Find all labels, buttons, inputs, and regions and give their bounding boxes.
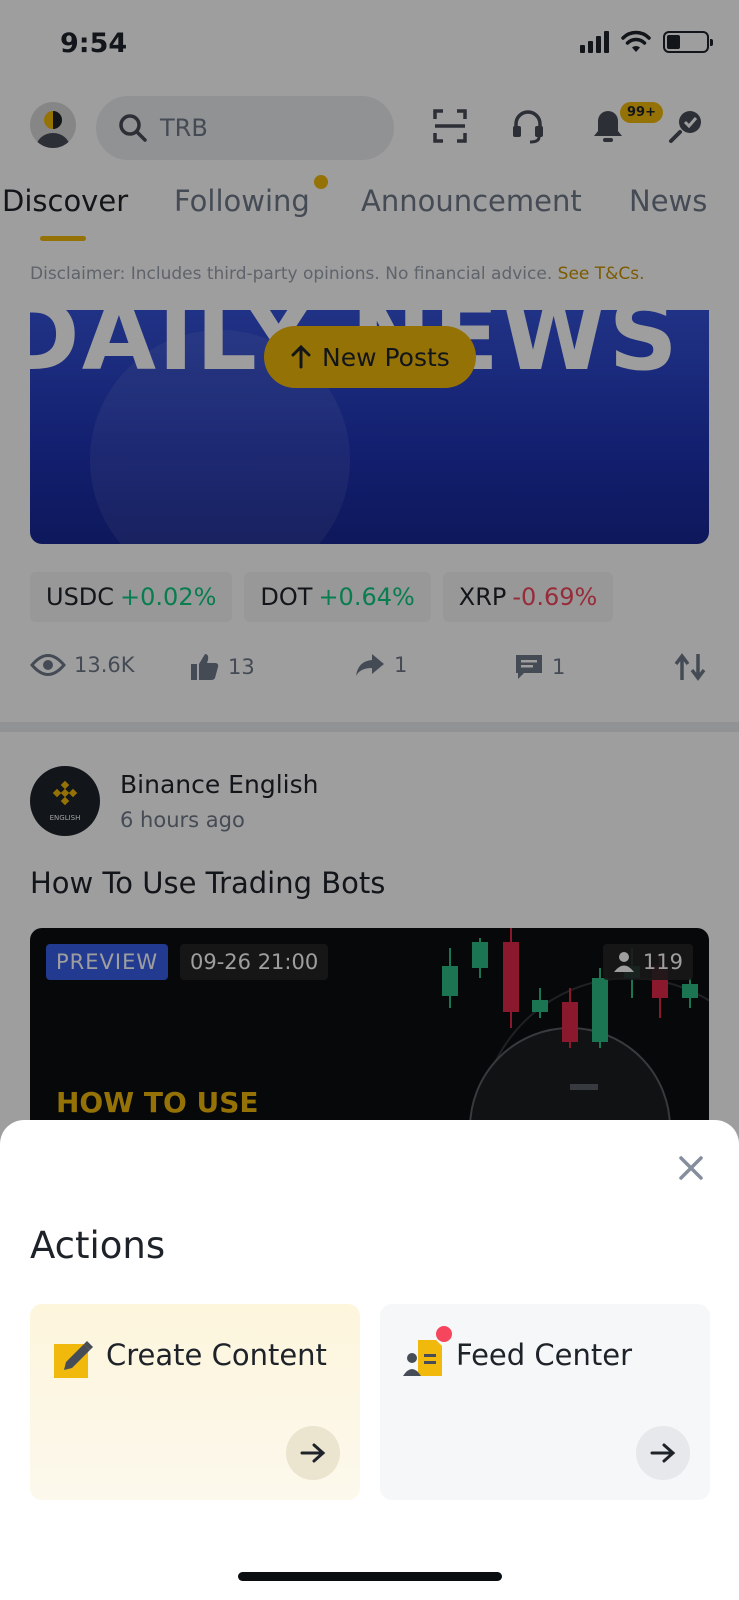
feed-center-card[interactable]: Feed Center	[380, 1304, 710, 1500]
feed-center-label: Feed Center	[456, 1338, 633, 1372]
feed-unread-dot	[436, 1326, 452, 1342]
edit-pencil-icon	[54, 1341, 93, 1378]
feed-center-icon	[403, 1340, 442, 1376]
sheet-title: Actions	[30, 1224, 166, 1267]
create-content-label: Create Content	[106, 1338, 327, 1372]
arrow-right-icon[interactable]	[636, 1426, 690, 1480]
close-icon[interactable]	[673, 1150, 709, 1186]
home-indicator[interactable]	[238, 1572, 502, 1581]
arrow-right-icon[interactable]	[286, 1426, 340, 1480]
create-content-card[interactable]: Create Content	[30, 1304, 360, 1500]
actions-sheet: Actions Create Content Feed Center	[0, 1120, 739, 1600]
